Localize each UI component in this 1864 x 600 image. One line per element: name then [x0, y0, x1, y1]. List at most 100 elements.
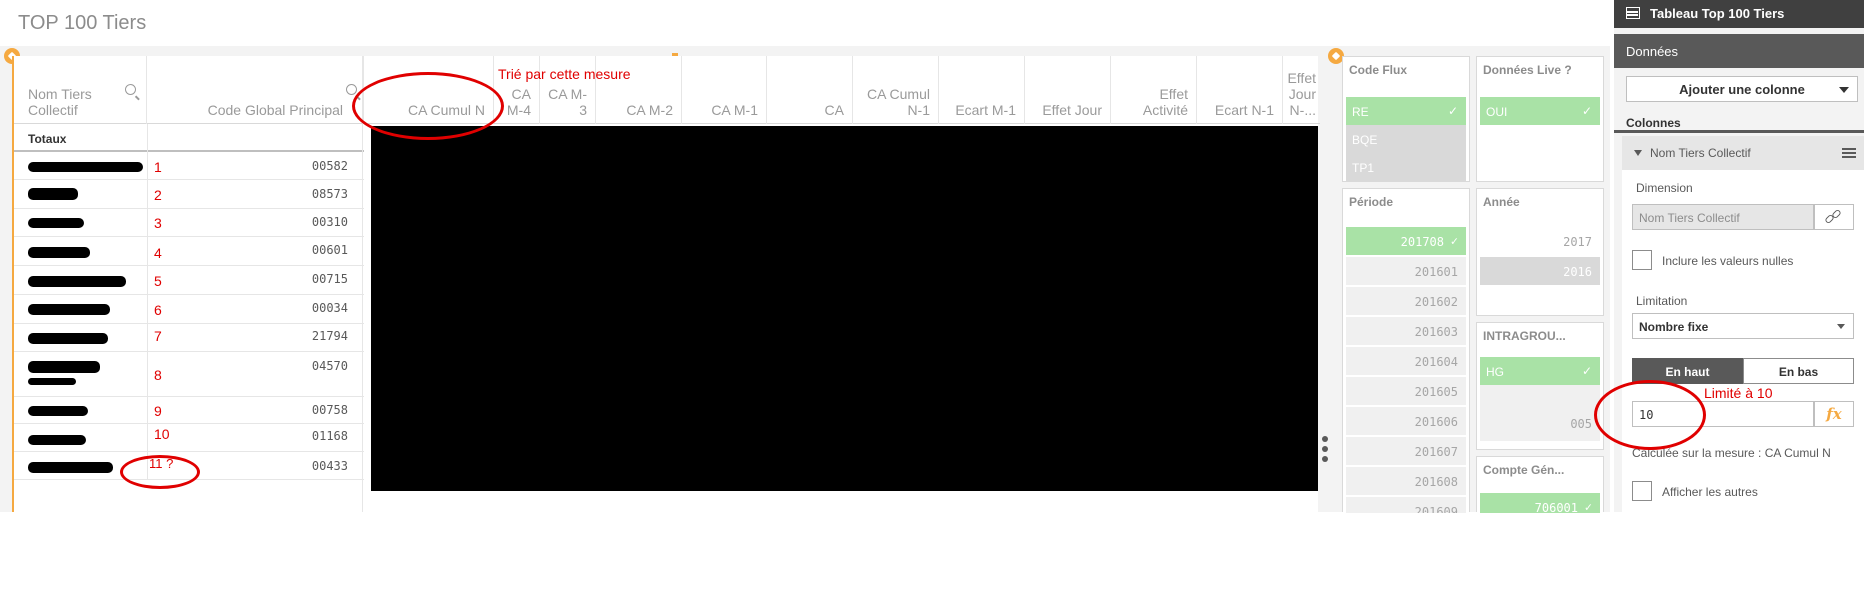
filter-pane-code-flux[interactable]: Code Flux RE ✓ BQE TP1: [1342, 56, 1470, 182]
search-icon[interactable]: [125, 84, 136, 95]
expression-button[interactable]: fx: [1814, 401, 1854, 427]
filter-pane-title: Code Flux: [1349, 63, 1408, 77]
filter-item-period[interactable]: 201607: [1346, 437, 1466, 465]
column-divider: [147, 124, 148, 152]
filter-pane-compte-gen[interactable]: Compte Gén... 706001 ✓: [1476, 456, 1604, 513]
redaction-mark: [28, 188, 78, 200]
table-row[interactable]: 2 08573: [14, 180, 364, 209]
table-row[interactable]: 6 00034: [14, 295, 364, 324]
column-header-effet-activite[interactable]: Effet Activité: [1111, 56, 1197, 124]
row-code: 00715: [311, 272, 348, 286]
table-row[interactable]: 3 00310: [14, 209, 364, 237]
filter-item-005[interactable]: 005: [1480, 385, 1600, 441]
row-code: 00034: [311, 301, 348, 315]
redaction-mark: [28, 333, 108, 344]
row-code: 21794: [311, 329, 348, 343]
filter-pane-annee[interactable]: Année 2017 2016: [1476, 188, 1604, 316]
filter-item-bqe[interactable]: BQE: [1346, 125, 1466, 153]
check-icon: ✓: [1584, 500, 1592, 513]
filter-item-period[interactable]: 201603: [1346, 317, 1466, 345]
column-divider: [147, 397, 148, 423]
panel-header: Tableau Top 100 Tiers: [1614, 0, 1864, 28]
filter-item-label: 005: [1570, 417, 1592, 431]
row-code: 00758: [311, 403, 348, 417]
filter-item-period[interactable]: 201708 ✓: [1346, 227, 1466, 255]
column-header-label: CA M-3: [548, 86, 587, 118]
table-row[interactable]: 7 21794: [14, 324, 364, 352]
filter-item-period[interactable]: 201602: [1346, 287, 1466, 315]
filter-pane-periode[interactable]: Période 201708 ✓ 201601 201602 201603 201…: [1342, 188, 1470, 513]
column-divider: [147, 424, 148, 451]
filter-item-period[interactable]: 201604: [1346, 347, 1466, 375]
caret-down-icon[interactable]: [1634, 150, 1642, 156]
filter-item-period[interactable]: 201601: [1346, 257, 1466, 285]
filter-item-period[interactable]: 201606: [1346, 407, 1466, 435]
column-item-name: Nom Tiers Collectif: [1650, 146, 1751, 160]
filter-item-re[interactable]: RE ✓: [1346, 97, 1466, 125]
row-code: 00310: [311, 215, 348, 229]
limitation-select[interactable]: Nombre fixe: [1632, 313, 1854, 339]
dimension-label: Dimension: [1636, 181, 1693, 195]
column-header-label: CA M-2: [626, 102, 673, 118]
column-divider: [147, 180, 148, 208]
table-row[interactable]: 10 01168: [14, 424, 364, 452]
include-nulls-checkbox[interactable]: [1632, 250, 1652, 270]
column-header-label: Ecart M-1: [955, 102, 1016, 118]
row-number: 5: [154, 273, 162, 289]
filter-item-compte[interactable]: 706001 ✓: [1480, 493, 1600, 513]
column-divider: [147, 152, 148, 179]
filter-pane-title: INTRAGROU...: [1483, 329, 1566, 343]
filter-pane-donnees-live[interactable]: Données Live ? OUI ✓: [1476, 56, 1604, 182]
filter-item-label: 201609: [1414, 505, 1458, 513]
filter-item-period[interactable]: 201609: [1346, 497, 1466, 513]
filter-pane-title: Période: [1349, 195, 1394, 209]
filter-item-label: 201708: [1400, 235, 1444, 249]
filter-item-period[interactable]: 201605: [1346, 377, 1466, 405]
filter-item-hg[interactable]: HG ✓: [1480, 357, 1600, 385]
more-options-icon[interactable]: [1322, 436, 1328, 466]
limitation-label: Limitation: [1636, 294, 1688, 308]
table-row[interactable]: 8 04570: [14, 352, 364, 397]
column-header-ecart-n1[interactable]: Ecart N-1: [1197, 56, 1283, 124]
table-row[interactable]: 1 00582: [14, 152, 364, 180]
column-header-ca-m1[interactable]: CA M-1: [682, 56, 767, 124]
table-row[interactable]: 5 00715: [14, 266, 364, 295]
column-header-effet-jour[interactable]: Effet Jour: [1025, 56, 1111, 124]
search-icon[interactable]: [346, 84, 357, 95]
column-header-label: CA M-4: [506, 86, 531, 118]
filter-pane-title: Données Live ?: [1483, 63, 1572, 77]
filter-item-period[interactable]: 201608: [1346, 467, 1466, 495]
column-header-ca[interactable]: CA: [767, 56, 853, 124]
redaction-mark: [28, 276, 126, 287]
filter-item-label: BQE: [1352, 133, 1378, 147]
filter-item-label: 201602: [1414, 295, 1458, 309]
table-row[interactable]: 9 00758: [14, 397, 364, 424]
redaction-mark: [28, 247, 90, 258]
dimension-field[interactable]: Nom Tiers Collectif: [1632, 204, 1814, 230]
filter-item-tp1[interactable]: TP1: [1346, 153, 1466, 181]
column-divider: [147, 209, 148, 236]
column-header-code-global[interactable]: Code Global Principal: [147, 56, 364, 124]
link-button[interactable]: [1814, 204, 1854, 230]
column-header-nom-tiers[interactable]: Nom Tiers Collectif: [14, 56, 147, 124]
column-header-ca-cumul-n1[interactable]: CA Cumul N-1: [853, 56, 939, 124]
column-item-header[interactable]: Nom Tiers Collectif: [1622, 136, 1864, 170]
totals-label: Totaux: [28, 132, 67, 146]
annotation-ring-row-11: [120, 455, 200, 489]
tab-donnees[interactable]: Données: [1614, 34, 1864, 68]
filter-item-year[interactable]: 2016: [1480, 257, 1600, 285]
table-row[interactable]: 4 00601: [14, 237, 364, 266]
filter-item-year[interactable]: 2017: [1480, 227, 1600, 255]
add-column-button[interactable]: Ajouter une colonne: [1626, 76, 1858, 102]
column-header-effet-jour-n[interactable]: Effet Jour N-...: [1283, 56, 1320, 124]
filter-item-label: OUI: [1486, 105, 1508, 119]
drag-handle-icon[interactable]: [1842, 148, 1856, 150]
show-others-label: Afficher les autres: [1662, 485, 1758, 499]
column-header-ecart-m1[interactable]: Ecart M-1: [939, 56, 1025, 124]
filter-item-oui[interactable]: OUI ✓: [1480, 97, 1600, 125]
show-others-checkbox[interactable]: [1632, 481, 1652, 501]
column-divider: [147, 266, 148, 294]
filter-pane-intragroupe[interactable]: INTRAGROU... HG ✓ 005: [1476, 322, 1604, 450]
bottom-button[interactable]: En bas: [1743, 358, 1854, 384]
row-code: 08573: [311, 187, 348, 201]
